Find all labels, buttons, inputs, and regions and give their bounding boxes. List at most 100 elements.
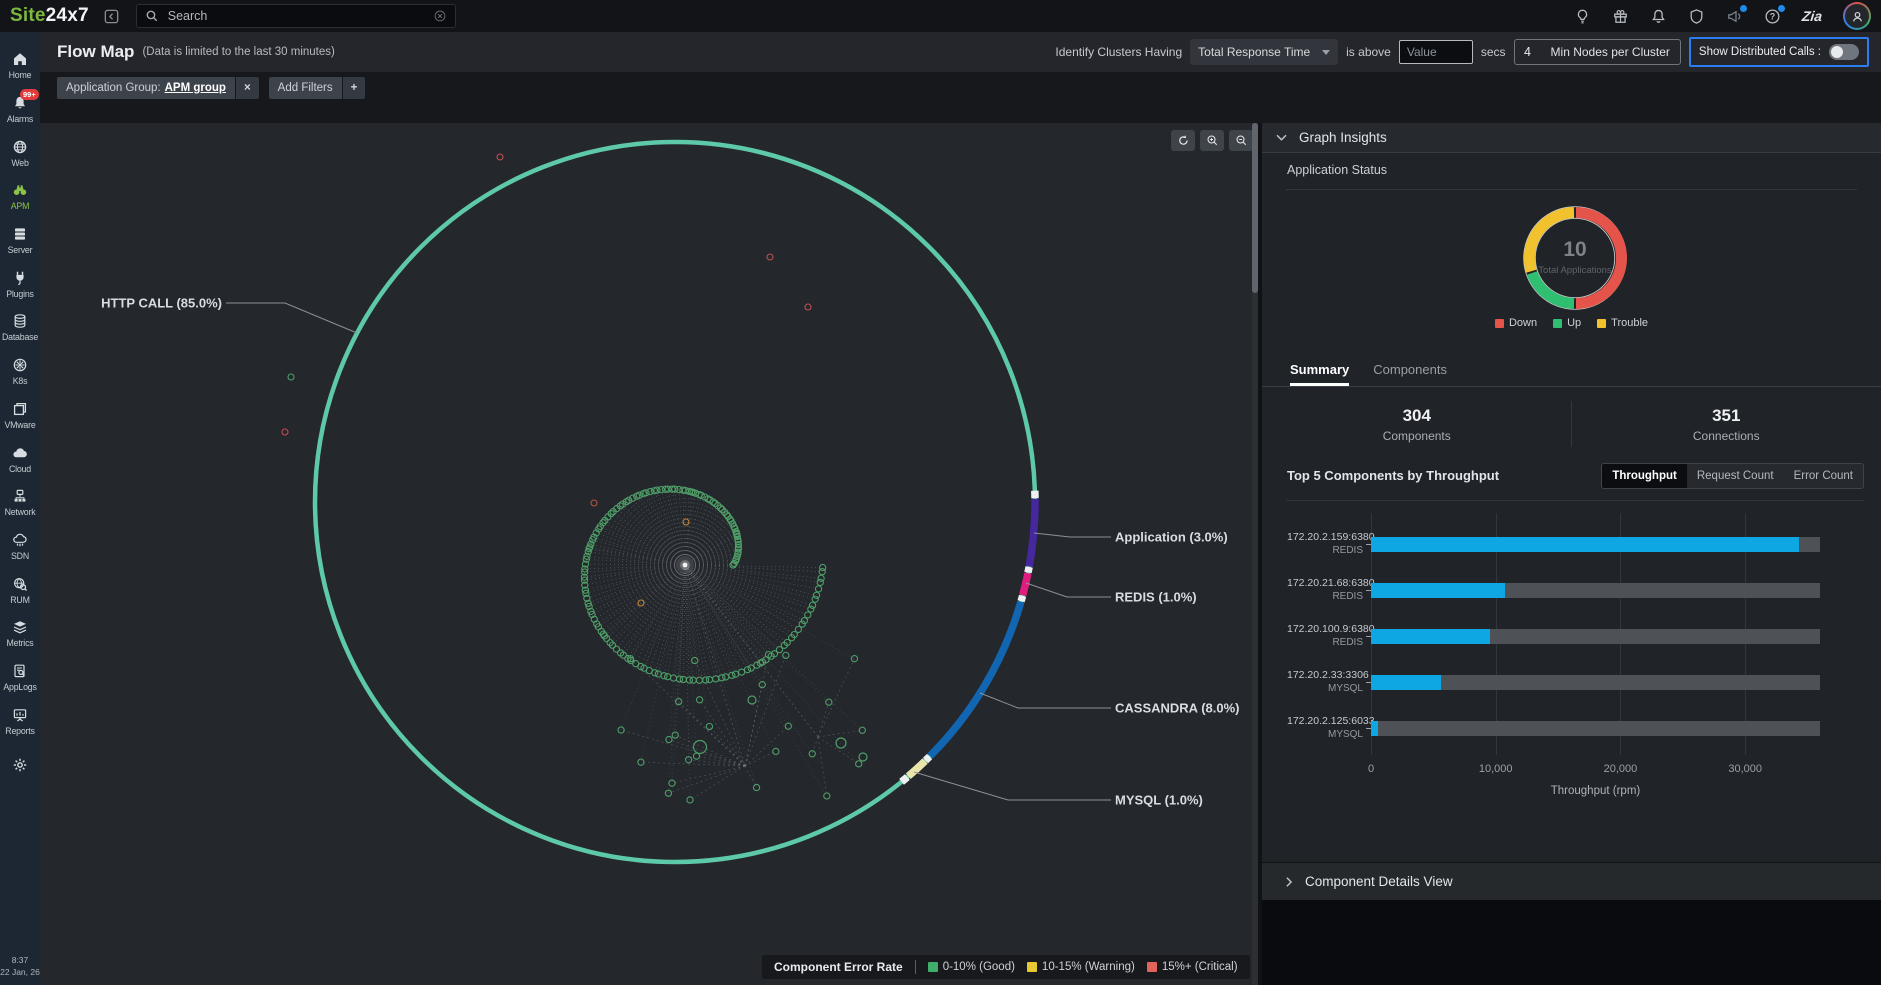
user-avatar[interactable] (1843, 2, 1871, 30)
search-input[interactable] (166, 8, 426, 24)
component-node[interactable] (729, 672, 735, 678)
sidebar-item-settings[interactable] (0, 743, 40, 787)
component-node[interactable] (820, 564, 826, 570)
graph-insights-header[interactable]: Graph Insights (1262, 123, 1881, 153)
component-node[interactable] (706, 677, 712, 683)
sidebar-item-plugins[interactable]: Plugins (0, 262, 40, 306)
component-node[interactable] (744, 667, 750, 673)
sidebar-item-network[interactable]: Network (0, 481, 40, 525)
component-node-large[interactable] (694, 741, 707, 754)
component-node[interactable] (733, 671, 739, 677)
component-node[interactable] (723, 674, 729, 680)
component-node[interactable] (690, 677, 696, 683)
tab-components[interactable]: Components (1373, 353, 1447, 386)
component-node[interactable] (859, 727, 865, 733)
sidebar-item-apm[interactable]: APM (0, 175, 40, 219)
component-node-status[interactable] (288, 374, 294, 380)
help-icon[interactable]: ? (1764, 8, 1781, 25)
zoom-in-button[interactable] (1200, 130, 1224, 151)
hub-node[interactable] (683, 563, 688, 568)
component-node[interactable] (809, 602, 815, 608)
component-node-large[interactable] (836, 738, 846, 748)
sidebar-item-vmware[interactable]: VMware (0, 394, 40, 438)
component-node[interactable] (812, 596, 818, 602)
component-node-large[interactable] (859, 753, 867, 761)
component-node[interactable] (815, 586, 821, 592)
sidebar-item-home[interactable]: Home (0, 44, 40, 88)
global-search[interactable] (136, 4, 456, 28)
component-node-status[interactable] (282, 429, 288, 435)
component-node[interactable] (713, 676, 719, 682)
component-node-status[interactable] (683, 519, 689, 525)
ring-segment-redis[interactable] (1023, 573, 1028, 595)
shield-icon[interactable] (1688, 8, 1705, 25)
cluster-metric-dropdown[interactable]: Total Response Time (1190, 39, 1338, 65)
component-node[interactable] (785, 723, 791, 729)
sidebar-item-reports[interactable]: Reports (0, 699, 40, 743)
lightbulb-icon[interactable] (1574, 8, 1591, 25)
add-filters-label[interactable]: Add Filters (269, 77, 342, 99)
min-nodes-control[interactable]: 4 Min Nodes per Cluster (1514, 39, 1681, 65)
component-node[interactable] (706, 723, 712, 729)
tab-summary[interactable]: Summary (1290, 353, 1349, 386)
component-node[interactable] (665, 674, 671, 680)
sidebar-item-server[interactable]: Server (0, 219, 40, 263)
component-node[interactable] (696, 677, 702, 683)
component-node[interactable] (613, 646, 619, 652)
search-clear-icon[interactable] (433, 9, 447, 23)
component-node-status[interactable] (805, 304, 811, 310)
filter-chip-value[interactable]: APM group (165, 82, 226, 94)
component-node[interactable] (808, 606, 814, 612)
sidebar-item-sdn[interactable]: SDN (0, 525, 40, 569)
component-node-status[interactable] (591, 500, 597, 506)
sidebar-item-cloud[interactable]: Cloud (0, 437, 40, 481)
add-filter-icon[interactable]: + (343, 77, 366, 99)
refresh-button[interactable] (1171, 130, 1195, 151)
threshold-value-input[interactable] (1399, 40, 1473, 64)
bell-icon[interactable] (1650, 8, 1667, 25)
topology-nodes[interactable] (282, 154, 867, 803)
panel-collapse-icon[interactable] (103, 8, 120, 25)
component-node-status[interactable] (497, 154, 503, 160)
zia-logo[interactable]: Zia (1801, 8, 1823, 24)
flow-map-canvas[interactable]: HTTP CALL (85.0%)Application (3.0%)REDIS… (40, 123, 1252, 985)
component-node[interactable] (818, 575, 824, 581)
sidebar-item-applogs[interactable]: AppLogs (0, 656, 40, 700)
component-node[interactable] (680, 676, 686, 682)
sidebar-item-alarms[interactable]: 99+Alarms (0, 88, 40, 132)
ring-segment-cassandra[interactable] (930, 602, 1021, 756)
sidebar-item-web[interactable]: Web (0, 131, 40, 175)
component-node[interactable] (618, 727, 624, 733)
min-nodes-value[interactable]: 4 (1515, 45, 1541, 59)
component-node[interactable] (856, 761, 862, 767)
metric-toggle-error-count[interactable]: Error Count (1784, 464, 1863, 488)
zoom-out-button[interactable] (1229, 130, 1252, 151)
component-node-large[interactable] (748, 696, 756, 704)
component-node[interactable] (805, 612, 811, 618)
megaphone-icon[interactable] (1726, 8, 1743, 25)
metric-toggle-request-count[interactable]: Request Count (1687, 464, 1784, 488)
component-details-header[interactable]: Component Details View (1262, 862, 1881, 900)
donut-segment-up[interactable] (1532, 273, 1574, 304)
component-node[interactable] (813, 592, 819, 598)
sidebar-item-database[interactable]: Database (0, 306, 40, 350)
component-node[interactable] (748, 665, 754, 671)
scrollbar-thumb[interactable] (1252, 123, 1258, 293)
component-node[interactable] (759, 682, 765, 688)
component-node-status[interactable] (767, 254, 773, 260)
remove-filter-icon[interactable]: × (236, 77, 259, 99)
ring-segment-mysql[interactable] (908, 761, 925, 776)
sidebar-item-metrics[interactable]: Metrics (0, 612, 40, 656)
component-node[interactable] (693, 753, 699, 759)
component-node[interactable] (773, 748, 779, 754)
map-scrollbar[interactable] (1252, 123, 1258, 985)
application-group-filter-chip[interactable]: Application Group:APM group × (57, 77, 259, 99)
gift-icon[interactable] (1612, 8, 1629, 25)
add-filters-chip[interactable]: Add Filters + (269, 77, 366, 99)
component-node[interactable] (739, 669, 745, 675)
component-node[interactable] (647, 489, 653, 495)
component-node[interactable] (753, 784, 759, 790)
component-node[interactable] (670, 675, 676, 681)
sidebar-item-k8s[interactable]: K8s (0, 350, 40, 394)
distributed-toggle[interactable] (1829, 44, 1859, 60)
